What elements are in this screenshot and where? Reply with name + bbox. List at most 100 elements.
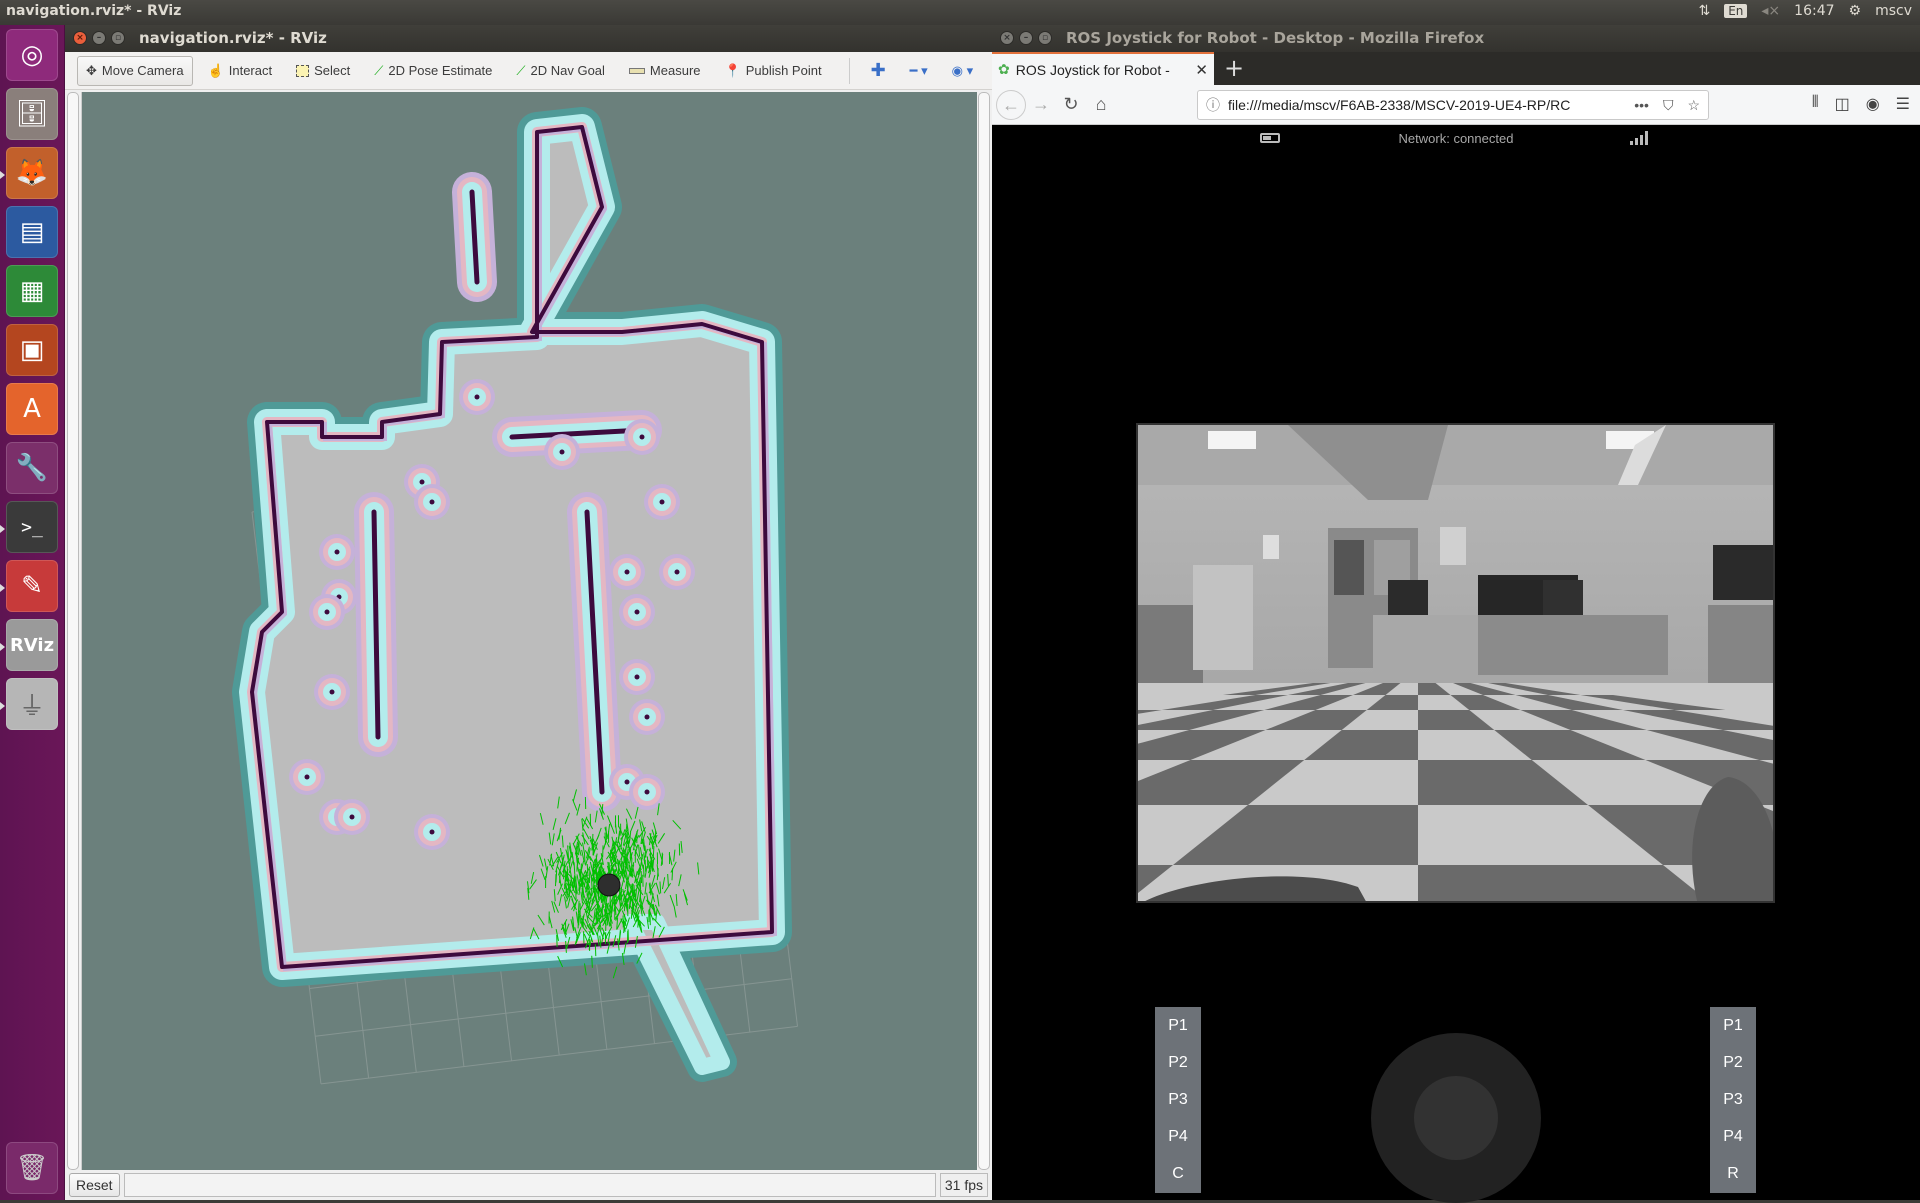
reset-button[interactable]: Reset xyxy=(69,1173,120,1197)
particle-arrow xyxy=(591,888,592,900)
launcher-rviz[interactable]: RViz xyxy=(6,619,58,671)
toolbar-separator xyxy=(849,58,850,84)
system-tray: ⇅ En ◂× 16:47 ⚙ mscv xyxy=(1698,3,1912,19)
pocket-icon[interactable]: ⛉ xyxy=(1663,97,1674,114)
select-label: Select xyxy=(314,63,350,78)
tool-properties-button[interactable]: ◉ ▾ xyxy=(943,56,982,86)
tab-strip: ✿ ROS Joystick for Robot - ✕ + xyxy=(992,52,1920,85)
right-button-p3[interactable]: P3 xyxy=(1710,1091,1756,1109)
close-window-button[interactable]: × xyxy=(1000,31,1014,45)
remove-tool-button[interactable]: ━ ▾ xyxy=(901,56,937,86)
measure-tool[interactable]: Measure xyxy=(620,56,710,85)
site-info-icon[interactable]: ⓘ xyxy=(1206,95,1220,115)
home-button[interactable]: ⌂ xyxy=(1086,94,1116,115)
left-button-c[interactable]: C xyxy=(1155,1165,1201,1183)
right-button-p4[interactable]: P4 xyxy=(1710,1128,1756,1146)
launcher-software[interactable]: A xyxy=(6,383,58,435)
obstacle-inflation xyxy=(305,775,310,780)
launcher-ubuntu-dash[interactable]: ◎ xyxy=(6,29,58,81)
occupancy-map[interactable] xyxy=(82,92,977,1170)
top-panel: navigation.rviz* - RViz ⇅ En ◂× 16:47 ⚙ … xyxy=(0,0,1920,25)
launcher-terminal[interactable]: >_ xyxy=(6,501,58,553)
minimize-window-button[interactable]: – xyxy=(1019,31,1033,45)
move-camera-tool[interactable]: ✥ Move Camera xyxy=(77,56,193,86)
left-panel-splitter[interactable] xyxy=(67,92,79,1170)
maximize-window-button[interactable]: ▫ xyxy=(111,31,125,45)
maximize-window-button[interactable]: ▫ xyxy=(1038,31,1052,45)
rviz-title-bar[interactable]: × – ▫ navigation.rviz* - RViz xyxy=(65,25,992,52)
rviz-logo-icon: RViz xyxy=(10,635,54,656)
menu-hamburger-icon[interactable]: ☰ xyxy=(1896,94,1910,114)
firefox-title-bar[interactable]: × – ▫ ROS Joystick for Robot - Desktop -… xyxy=(992,25,1920,52)
keyboard-layout-indicator[interactable]: En xyxy=(1724,4,1747,18)
forward-button[interactable]: → xyxy=(1026,94,1056,115)
close-tab-icon[interactable]: ✕ xyxy=(1195,61,1208,79)
left-button-p1[interactable]: P1 xyxy=(1155,1017,1201,1035)
left-button-p3[interactable]: P3 xyxy=(1155,1091,1201,1109)
add-tool-button[interactable]: ✚ xyxy=(862,53,895,88)
rviz-status-bar: Reset 31 fps xyxy=(65,1170,992,1200)
launcher-settings[interactable]: 🔧 xyxy=(6,442,58,494)
joystick-base[interactable] xyxy=(1371,1033,1541,1203)
volume-muted-icon[interactable]: ◂× xyxy=(1761,3,1780,19)
clock[interactable]: 16:47 xyxy=(1794,3,1834,19)
select-tool[interactable]: Select xyxy=(287,56,359,85)
bookmark-star-icon[interactable]: ☆ xyxy=(1687,97,1700,114)
plus-icon: ✚ xyxy=(871,60,886,81)
2d-pose-estimate-tool[interactable]: ⟋ 2D Pose Estimate xyxy=(365,56,501,86)
launcher-document-viewer[interactable]: ✎ xyxy=(6,560,58,612)
back-button[interactable]: ← xyxy=(996,90,1026,120)
obstacle-inflation xyxy=(625,780,630,785)
rviz-window: × – ▫ navigation.rviz* - RViz ✥ Move Cam… xyxy=(65,25,992,1200)
left-button-p4[interactable]: P4 xyxy=(1155,1128,1201,1146)
interact-tool[interactable]: ☝ Interact xyxy=(199,56,282,86)
ubuntu-logo-icon: ◎ xyxy=(21,40,44,70)
obstacle-inflation xyxy=(645,790,650,795)
status-message-field xyxy=(124,1173,936,1197)
launcher-writer[interactable]: ▤ xyxy=(6,206,58,258)
close-window-button[interactable]: × xyxy=(73,31,87,45)
2d-nav-goal-tool[interactable]: ⟋ 2D Nav Goal xyxy=(507,56,614,86)
sidebar-icon[interactable]: ◫ xyxy=(1835,94,1850,114)
minimize-window-button[interactable]: – xyxy=(92,31,106,45)
launcher-trash[interactable]: 🗑 xyxy=(6,1142,58,1194)
launcher-firefox[interactable]: 🦊 xyxy=(6,147,58,199)
new-tab-button[interactable]: + xyxy=(1224,54,1244,82)
network-status: Network: connected xyxy=(992,131,1920,146)
right-button-r[interactable]: R xyxy=(1710,1165,1756,1183)
selection-box-icon xyxy=(296,65,309,77)
particle-arrow xyxy=(660,881,661,893)
launcher-usb-drive[interactable]: ⏚ xyxy=(6,678,58,730)
url-bar[interactable]: ⓘ file:///media/mscv/F6AB-2338/MSCV-2019… xyxy=(1197,90,1709,120)
right-panel-splitter[interactable] xyxy=(978,92,990,1170)
account-icon[interactable]: ◉ xyxy=(1866,94,1880,114)
launcher-files[interactable]: 🗄 xyxy=(6,88,58,140)
particle-arrow xyxy=(592,956,593,968)
ros-turtle-favicon-icon: ✿ xyxy=(998,61,1010,78)
left-button-p2[interactable]: P2 xyxy=(1155,1054,1201,1072)
firefox-window: × – ▫ ROS Joystick for Robot - Desktop -… xyxy=(992,25,1920,1200)
reload-button[interactable]: ↻ xyxy=(1056,94,1086,115)
particle-arrow xyxy=(576,887,577,899)
3d-viewport[interactable] xyxy=(81,92,977,1170)
file-cabinet-icon: 🗄 xyxy=(15,99,48,129)
running-indicator xyxy=(0,525,5,533)
launcher-impress[interactable]: ▣ xyxy=(6,324,58,376)
launcher-calc[interactable]: ▦ xyxy=(6,265,58,317)
right-button-p1[interactable]: P1 xyxy=(1710,1017,1756,1035)
url-text[interactable]: file:///media/mscv/F6AB-2338/MSCV-2019-U… xyxy=(1228,97,1626,113)
particle-arrow xyxy=(581,864,582,876)
page-actions-icon[interactable]: ••• xyxy=(1634,97,1649,114)
power-gear-icon[interactable]: ⚙ xyxy=(1849,3,1862,19)
green-arrow-icon: ⟋ xyxy=(516,63,525,79)
tab-ros-joystick[interactable]: ✿ ROS Joystick for Robot - ✕ xyxy=(992,52,1214,85)
joystick-knob[interactable] xyxy=(1414,1076,1498,1160)
launcher: ◎ 🗄 🦊 ▤ ▦ ▣ A 🔧 >_ ✎ RViz ⏚ 🗑 xyxy=(0,25,65,1200)
particle-arrow xyxy=(645,860,646,872)
user-name[interactable]: mscv xyxy=(1875,3,1912,19)
right-button-p2[interactable]: P2 xyxy=(1710,1054,1756,1072)
network-arrows-icon[interactable]: ⇅ xyxy=(1698,3,1710,19)
library-icon[interactable]: ⫴ xyxy=(1812,94,1819,114)
software-bag-icon: A xyxy=(23,394,41,424)
publish-point-tool[interactable]: 📍 Publish Point xyxy=(716,56,831,86)
